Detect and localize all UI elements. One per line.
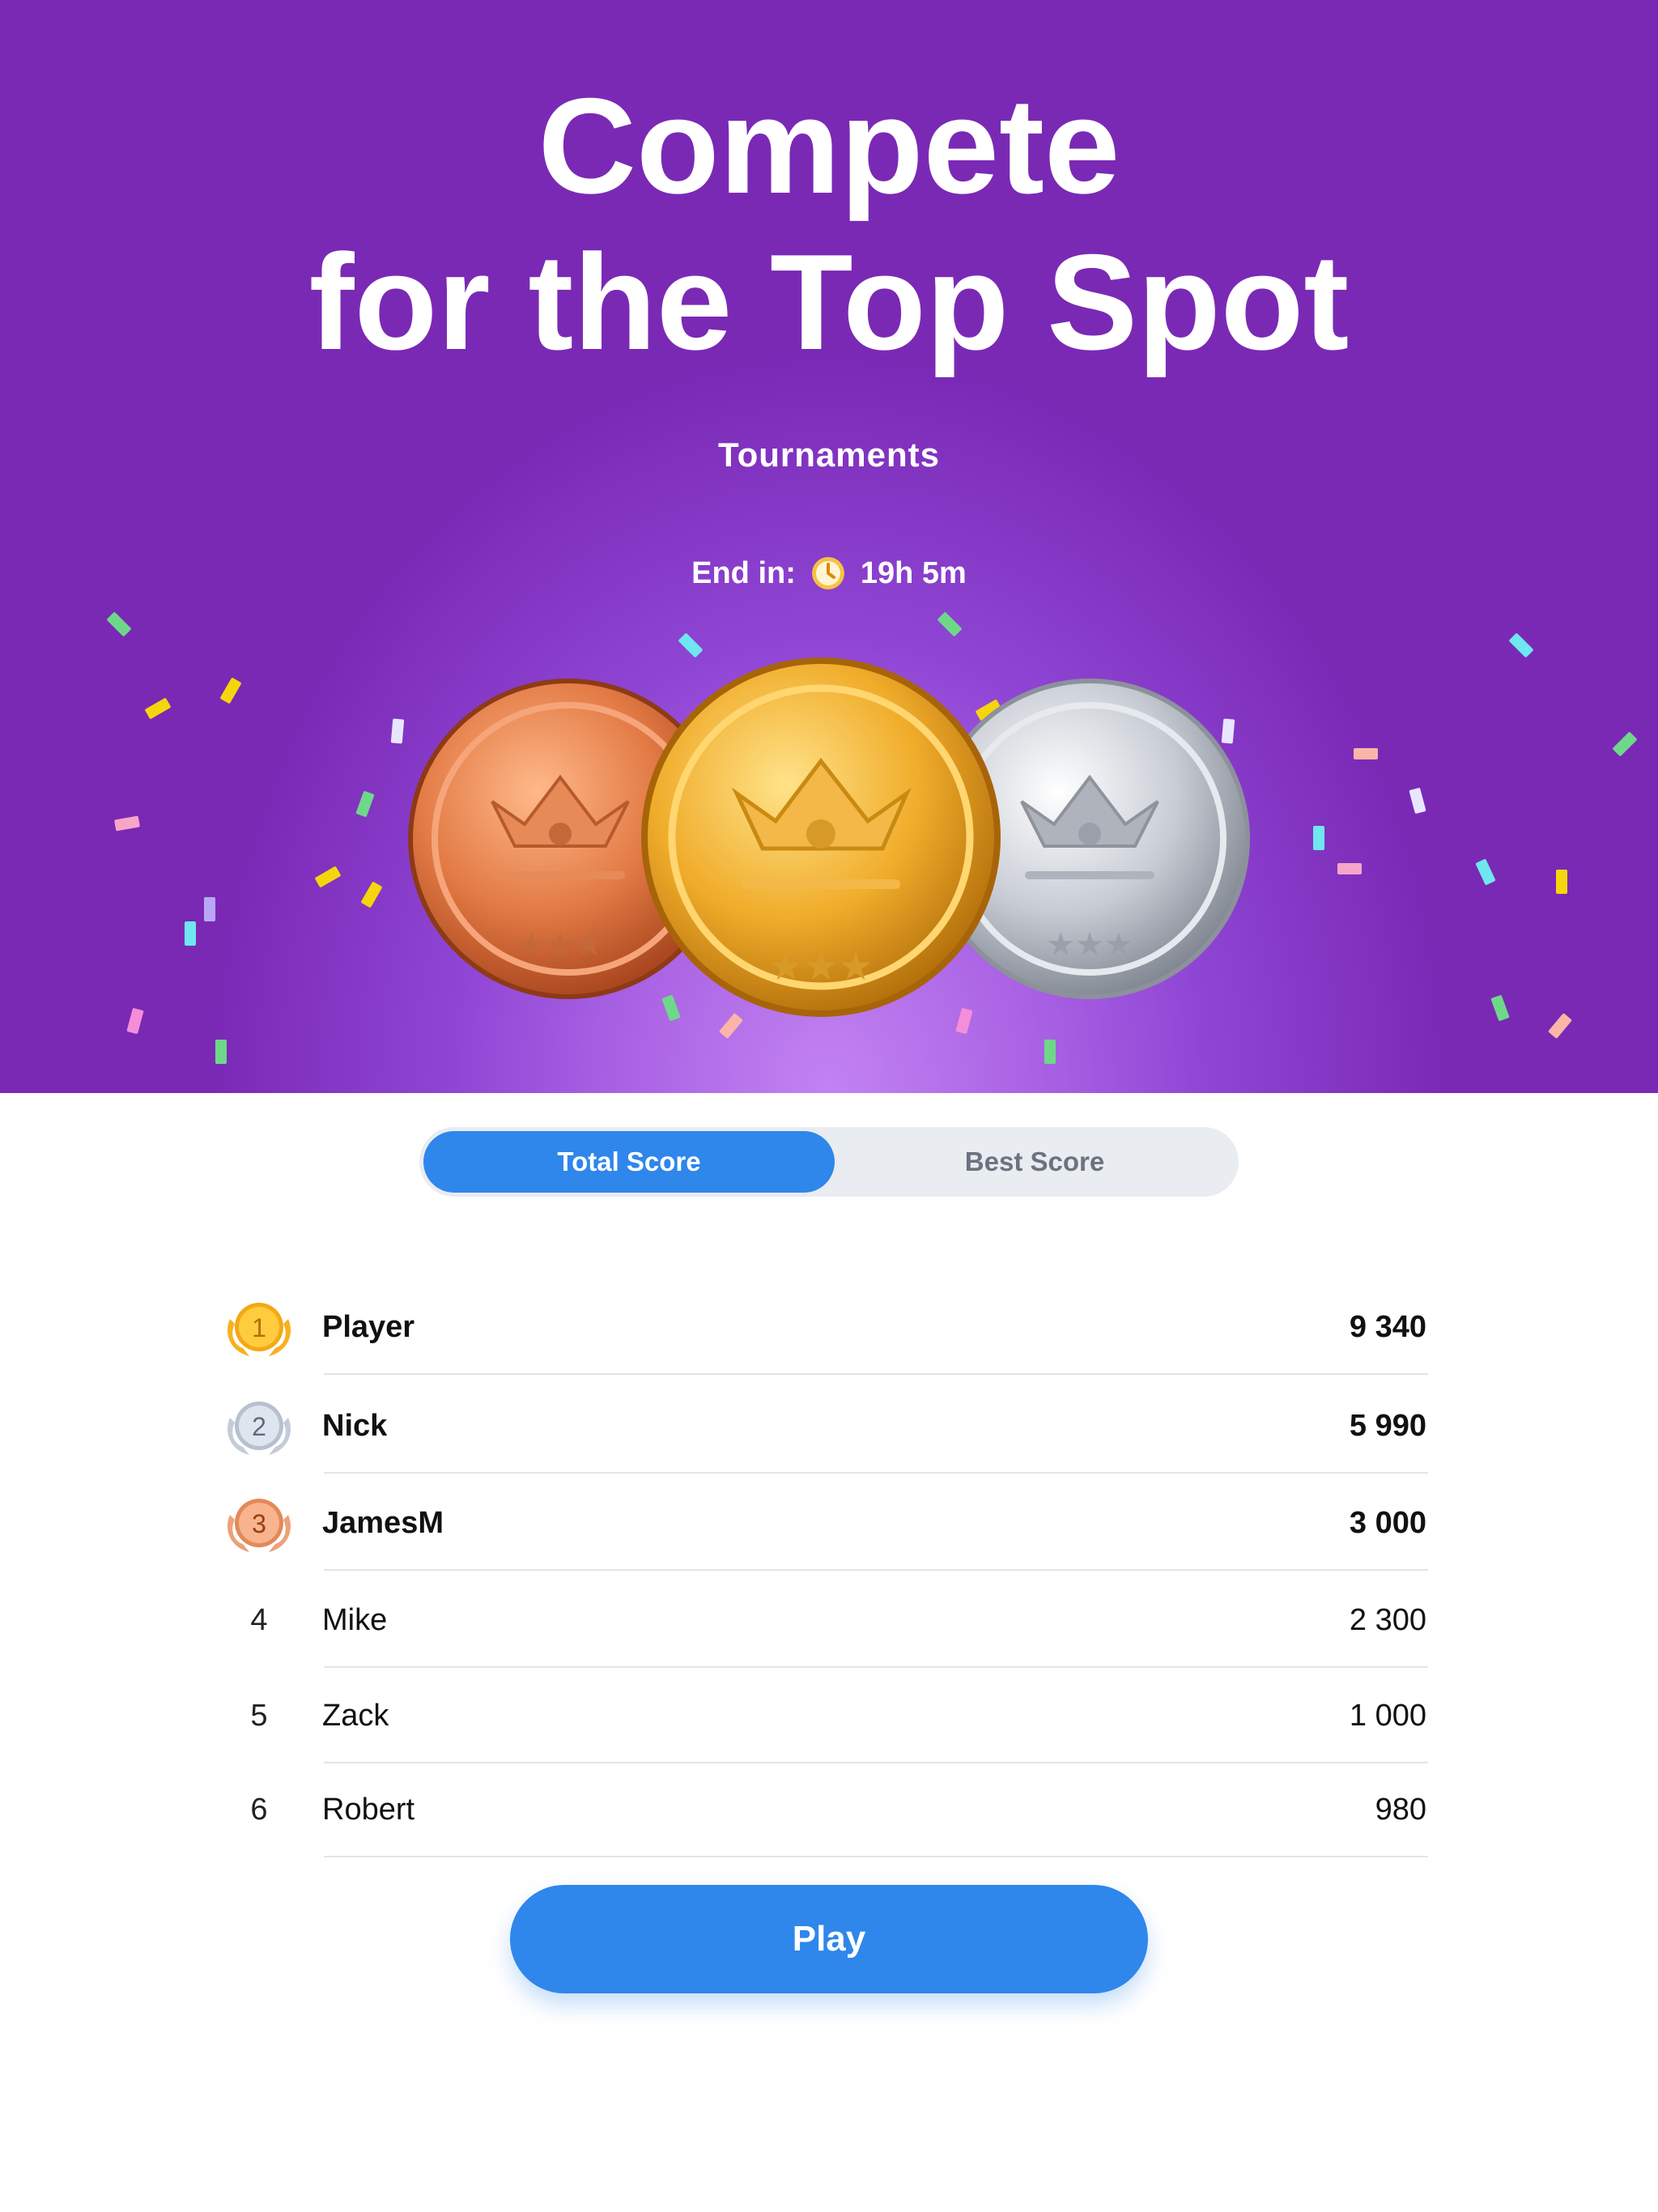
gold-medal: ★★★ [641,657,1001,1017]
svg-text:★★★: ★★★ [768,946,873,989]
rank-number: 6 [250,1792,268,1827]
tab-total-score[interactable]: Total Score [423,1131,835,1193]
leaderboard-row[interactable]: 2 Nick 5 990 [0,1378,1658,1474]
svg-text:3: 3 [252,1509,266,1538]
player-score: 5 990 [1349,1409,1426,1443]
row-divider [324,1373,1428,1375]
gold-badge-icon: 1 [215,1279,304,1375]
player-name: Nick [322,1409,388,1443]
row-divider [324,1856,1428,1857]
row-divider [324,1472,1428,1474]
player-name: Robert [322,1793,415,1827]
score-type-toggle: Total Score Best Score [419,1127,1239,1197]
hero-banner: Compete for the Top Spot Tournaments End… [0,0,1658,1093]
row-divider [324,1569,1428,1571]
rank-number: 5 [250,1698,268,1733]
play-button[interactable]: Play [510,1885,1148,1993]
player-score: 1 000 [1349,1699,1426,1733]
medals-illustration: ★★★ ★★★ ★★★ [408,657,1250,1017]
leaderboard-row[interactable]: 6 Robert 980 [0,1762,1658,1857]
tab-best-score[interactable]: Best Score [835,1131,1235,1193]
player-score: 980 [1375,1793,1426,1827]
svg-text:2: 2 [252,1412,266,1441]
rank-number: 4 [250,1602,268,1637]
player-score: 3 000 [1349,1506,1426,1540]
leaderboard-row[interactable]: 4 Mike 2 300 [0,1572,1658,1668]
svg-text:1: 1 [252,1313,266,1342]
player-score: 9 340 [1349,1310,1426,1344]
player-name: JamesM [322,1506,444,1540]
player-name: Player [322,1310,415,1344]
player-name: Mike [322,1603,388,1637]
svg-text:★★★: ★★★ [517,927,604,963]
silver-badge-icon: 2 [215,1378,304,1474]
leaderboard-row[interactable]: 3 JamesM 3 000 [0,1475,1658,1571]
player-score: 2 300 [1349,1603,1426,1637]
svg-text:★★★: ★★★ [1046,927,1133,963]
leaderboard-row[interactable]: 1 Player 9 340 [0,1279,1658,1375]
leaderboard-row[interactable]: 5 Zack 1 000 [0,1668,1658,1763]
player-name: Zack [322,1699,389,1733]
bronze-badge-icon: 3 [215,1475,304,1571]
